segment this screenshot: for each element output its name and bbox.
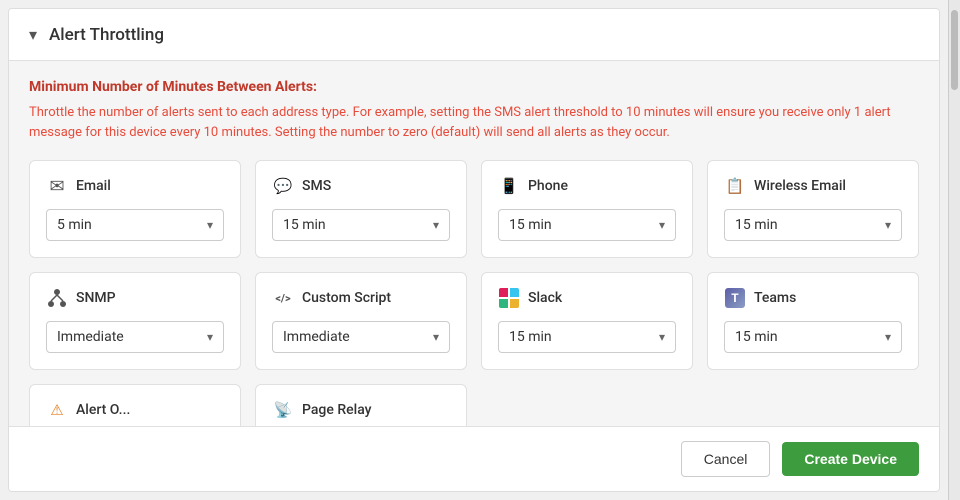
phone-dropdown-chevron: ▾	[659, 218, 665, 232]
email-dropdown[interactable]: 5 min ▾	[46, 209, 224, 241]
card-page-relay-label: Page Relay	[302, 402, 372, 418]
snmp-dropdown-chevron: ▾	[207, 330, 213, 344]
sms-icon: 💬	[272, 175, 294, 197]
sms-value: 15 min	[283, 217, 326, 233]
phone-value: 15 min	[509, 217, 552, 233]
custom-script-dropdown[interactable]: Immediate ▾	[272, 321, 450, 353]
sms-dropdown-chevron: ▾	[433, 218, 439, 232]
card-slack: Slack 15 min ▾	[481, 272, 693, 370]
alert-o-icon: ⚠	[46, 399, 68, 421]
create-device-button[interactable]: Create Device	[782, 442, 919, 476]
card-sms-label: SMS	[302, 178, 331, 194]
slack-dropdown-chevron: ▾	[659, 330, 665, 344]
custom-script-icon: </>	[272, 287, 294, 309]
card-alert-o-header: ⚠ Alert O...	[46, 399, 224, 421]
card-alert-o-label: Alert O...	[76, 402, 130, 418]
slack-icon	[498, 287, 520, 309]
email-value: 5 min	[57, 217, 92, 233]
phone-dropdown[interactable]: 15 min ▾	[498, 209, 676, 241]
card-phone: 📱 Phone 15 min ▾	[481, 160, 693, 258]
card-custom-script-header: </> Custom Script	[272, 287, 450, 309]
scrollbar-track[interactable]	[949, 0, 960, 500]
snmp-value: Immediate	[57, 329, 124, 345]
card-slack-label: Slack	[528, 290, 562, 306]
cards-row-3-partial: ⚠ Alert O... 📡 Page Relay	[29, 384, 919, 426]
teams-dropdown[interactable]: 15 min ▾	[724, 321, 902, 353]
section-label: Minimum Number of Minutes Between Alerts…	[29, 79, 919, 95]
wireless-email-icon: 📋	[724, 175, 746, 197]
card-wireless-email: 📋 Wireless Email 15 min ▾	[707, 160, 919, 258]
collapse-chevron[interactable]: ▾	[29, 25, 37, 44]
card-alert-o: ⚠ Alert O...	[29, 384, 241, 426]
content-area: Minimum Number of Minutes Between Alerts…	[9, 61, 939, 426]
teams-dropdown-chevron: ▾	[885, 330, 891, 344]
snmp-icon	[46, 287, 68, 309]
card-snmp: SNMP Immediate ▾	[29, 272, 241, 370]
email-icon: ✉	[46, 175, 68, 197]
page-title: Alert Throttling	[49, 25, 164, 45]
email-dropdown-chevron: ▾	[207, 218, 213, 232]
card-teams-header: T Teams	[724, 287, 902, 309]
card-snmp-header: SNMP	[46, 287, 224, 309]
card-wireless-email-header: 📋 Wireless Email	[724, 175, 902, 197]
card-wireless-email-label: Wireless Email	[754, 178, 846, 194]
card-teams: T Teams 15 min ▾	[707, 272, 919, 370]
cancel-button[interactable]: Cancel	[681, 441, 771, 477]
custom-script-value: Immediate	[283, 329, 350, 345]
section-description: Throttle the number of alerts sent to ea…	[29, 103, 919, 142]
card-page-relay: 📡 Page Relay	[255, 384, 467, 426]
slack-dropdown[interactable]: 15 min ▾	[498, 321, 676, 353]
card-slack-header: Slack	[498, 287, 676, 309]
card-email: ✉ Email 5 min ▾	[29, 160, 241, 258]
card-phone-label: Phone	[528, 178, 568, 194]
cards-row-1: ✉ Email 5 min ▾ 💬 SMS 15 min ▾	[29, 160, 919, 258]
card-sms-header: 💬 SMS	[272, 175, 450, 197]
card-custom-script: </> Custom Script Immediate ▾	[255, 272, 467, 370]
card-snmp-label: SNMP	[76, 290, 116, 306]
custom-script-dropdown-chevron: ▾	[433, 330, 439, 344]
wireless-email-value: 15 min	[735, 217, 778, 233]
header: ▾ Alert Throttling	[9, 9, 939, 61]
teams-value: 15 min	[735, 329, 778, 345]
slack-value: 15 min	[509, 329, 552, 345]
footer: Cancel Create Device	[9, 426, 939, 491]
card-page-relay-header: 📡 Page Relay	[272, 399, 450, 421]
scrollbar[interactable]	[948, 0, 960, 500]
teams-icon: T	[724, 287, 746, 309]
page-relay-icon: 📡	[272, 399, 294, 421]
card-custom-script-label: Custom Script	[302, 290, 391, 306]
card-email-header: ✉ Email	[46, 175, 224, 197]
wireless-email-dropdown[interactable]: 15 min ▾	[724, 209, 902, 241]
card-email-label: Email	[76, 178, 111, 194]
scrollbar-thumb[interactable]	[951, 10, 958, 90]
card-phone-header: 📱 Phone	[498, 175, 676, 197]
wireless-email-dropdown-chevron: ▾	[885, 218, 891, 232]
cards-row-2: SNMP Immediate ▾ </> Custom Script Immed…	[29, 272, 919, 370]
snmp-dropdown[interactable]: Immediate ▾	[46, 321, 224, 353]
card-sms: 💬 SMS 15 min ▾	[255, 160, 467, 258]
main-container: ▾ Alert Throttling Minimum Number of Min…	[8, 8, 940, 492]
sms-dropdown[interactable]: 15 min ▾	[272, 209, 450, 241]
card-teams-label: Teams	[754, 290, 796, 306]
phone-icon: 📱	[498, 175, 520, 197]
